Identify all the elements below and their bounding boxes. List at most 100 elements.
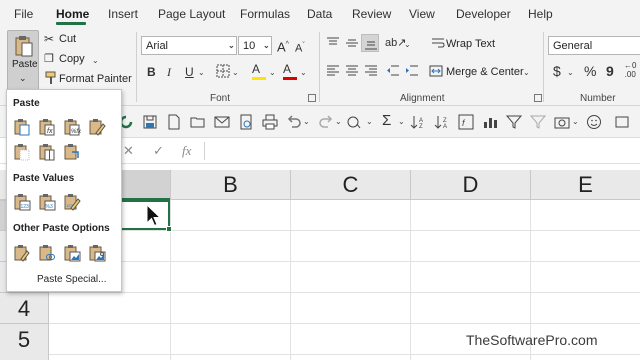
- paste-option-icon[interactable]: [13, 118, 31, 136]
- autosum-arrow[interactable]: ⌄: [398, 117, 405, 126]
- paste-formulas-icon[interactable]: fx: [38, 118, 56, 136]
- tab-insert[interactable]: Insert: [108, 7, 138, 21]
- font-color-arrow[interactable]: ⌄: [300, 68, 307, 77]
- paste-formatting-icon[interactable]: [13, 244, 31, 262]
- paste-values-number-format-icon[interactable]: %3: [38, 193, 56, 211]
- align-top-icon[interactable]: [326, 37, 340, 49]
- align-middle-icon[interactable]: [345, 37, 359, 49]
- paste-keep-formatting-icon[interactable]: [88, 118, 106, 136]
- hyperlink-arrow[interactable]: ⌄: [366, 117, 373, 126]
- sort-ascending-icon[interactable]: AZ: [410, 114, 426, 130]
- smiley-icon[interactable]: [586, 114, 602, 130]
- undo-arrow[interactable]: ⌄: [303, 117, 310, 126]
- sort-descending-icon[interactable]: ZA: [434, 114, 450, 130]
- paste-column-widths-icon[interactable]: [38, 143, 56, 161]
- align-bottom-button[interactable]: [361, 34, 379, 52]
- font-color-button[interactable]: A: [283, 62, 291, 76]
- cut-button[interactable]: Cut: [59, 33, 76, 45]
- currency-arrow[interactable]: ⌄: [567, 68, 574, 77]
- tab-file[interactable]: File: [14, 7, 33, 21]
- currency-button[interactable]: $: [553, 64, 561, 78]
- paste-special-option[interactable]: Paste Special...: [37, 274, 106, 285]
- font-size-arrow[interactable]: ⌄: [263, 41, 270, 50]
- redo-arrow[interactable]: ⌄: [335, 117, 342, 126]
- column-header-c[interactable]: C: [290, 170, 410, 200]
- font-name-arrow[interactable]: ⌄: [228, 41, 235, 50]
- increase-decimal-icon[interactable]: ←0.00: [624, 61, 636, 79]
- clear-filter-icon[interactable]: [530, 114, 546, 130]
- decrease-font-size-button[interactable]: Aˇ: [295, 39, 305, 56]
- email-icon[interactable]: [214, 114, 230, 130]
- column-header-b[interactable]: B: [170, 170, 290, 200]
- decrease-indent-icon[interactable]: [386, 65, 400, 77]
- paste-formulas-number-format-icon[interactable]: %fx: [63, 118, 81, 136]
- paste-dropdown-arrow[interactable]: ⌄: [19, 73, 27, 84]
- tab-developer[interactable]: Developer: [456, 7, 511, 21]
- fill-color-arrow[interactable]: ⌄: [269, 68, 276, 77]
- wrap-text-button[interactable]: Wrap Text: [446, 38, 495, 50]
- tab-view[interactable]: View: [409, 7, 435, 21]
- underline-dropdown-arrow[interactable]: ⌄: [198, 68, 205, 77]
- fill-color-button[interactable]: A: [252, 62, 260, 76]
- number-format-box[interactable]: General: [548, 36, 640, 55]
- paste-values-source-formatting-icon[interactable]: 123: [63, 193, 81, 211]
- column-header-d[interactable]: D: [410, 170, 530, 200]
- paste-linked-picture-icon[interactable]: [88, 244, 106, 262]
- open-folder-icon[interactable]: [190, 114, 206, 130]
- cancel-icon[interactable]: ✕: [123, 143, 134, 159]
- tab-formulas[interactable]: Formulas: [240, 7, 290, 21]
- insert-function-button[interactable]: fx: [182, 143, 191, 159]
- increase-font-size-button[interactable]: A^: [277, 38, 289, 54]
- increase-indent-icon[interactable]: [405, 65, 419, 77]
- paste-transpose-icon[interactable]: [63, 143, 81, 161]
- tab-review[interactable]: Review: [352, 7, 391, 21]
- orientation-arrow[interactable]: ⌄: [404, 40, 411, 49]
- font-size-box[interactable]: 10 ⌄: [238, 36, 272, 55]
- more-commands-icon[interactable]: [614, 114, 630, 130]
- format-painter-button[interactable]: Format Painter: [59, 73, 132, 85]
- borders-icon[interactable]: [216, 64, 230, 78]
- filter-icon[interactable]: [506, 114, 522, 130]
- italic-button[interactable]: I: [167, 65, 171, 79]
- enter-icon[interactable]: ✓: [153, 143, 164, 159]
- align-right-icon[interactable]: [364, 65, 378, 77]
- undo-icon[interactable]: [286, 114, 302, 130]
- comma-style-button[interactable]: 9: [606, 64, 614, 78]
- tab-page-layout[interactable]: Page Layout: [158, 7, 225, 21]
- underline-button[interactable]: U: [185, 65, 194, 79]
- align-center-icon[interactable]: [345, 65, 359, 77]
- font-name-box[interactable]: Arial ⌄: [141, 36, 237, 55]
- paste-link-icon[interactable]: [38, 244, 56, 262]
- paste-no-borders-icon[interactable]: [13, 143, 31, 161]
- row-header-5[interactable]: 5: [0, 323, 49, 360]
- tab-help[interactable]: Help: [528, 7, 553, 21]
- paste-picture-icon[interactable]: [63, 244, 81, 262]
- new-file-icon[interactable]: [166, 114, 182, 130]
- fill-handle[interactable]: [166, 226, 172, 232]
- camera-arrow[interactable]: ⌄: [572, 117, 579, 126]
- redo-icon[interactable]: [318, 114, 334, 130]
- font-dialog-launcher[interactable]: [308, 94, 316, 102]
- column-header-e[interactable]: E: [530, 170, 640, 200]
- tab-home[interactable]: Home: [56, 7, 89, 21]
- chart-icon[interactable]: [482, 114, 498, 130]
- merge-center-button[interactable]: Merge & Center: [446, 66, 524, 78]
- row-header-4[interactable]: 4: [0, 292, 49, 323]
- alignment-dialog-launcher[interactable]: [534, 94, 542, 102]
- print-icon[interactable]: [262, 114, 278, 130]
- autosum-icon[interactable]: Σ: [382, 113, 391, 128]
- copy-button[interactable]: Copy: [59, 53, 85, 65]
- bold-button[interactable]: B: [147, 65, 156, 79]
- hyperlink-icon[interactable]: [346, 114, 362, 130]
- copy-dropdown-arrow[interactable]: ⌄: [92, 56, 99, 65]
- merge-center-arrow[interactable]: ⌄: [523, 68, 530, 77]
- align-left-icon[interactable]: [326, 65, 340, 77]
- tab-data[interactable]: Data: [307, 7, 332, 21]
- save-icon[interactable]: [142, 114, 158, 130]
- borders-dropdown-arrow[interactable]: ⌄: [232, 68, 239, 77]
- percent-button[interactable]: %: [584, 64, 596, 78]
- insert-function-icon[interactable]: f: [458, 114, 474, 130]
- camera-icon[interactable]: [554, 114, 570, 130]
- paste-values-icon[interactable]: 123: [13, 193, 31, 211]
- print-preview-icon[interactable]: [238, 114, 254, 130]
